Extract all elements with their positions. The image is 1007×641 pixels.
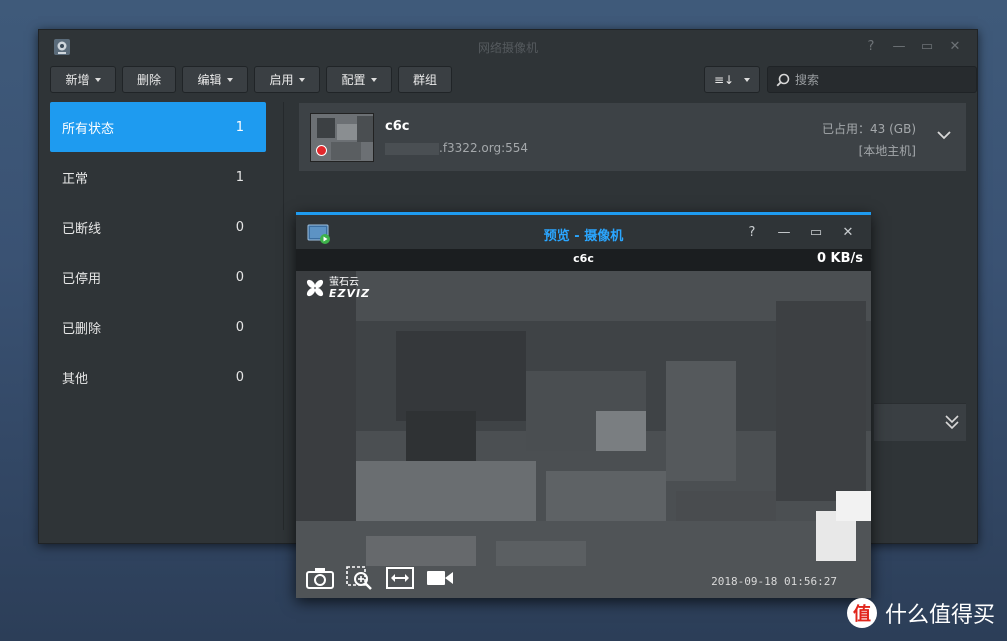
sidebar-item-disconnected[interactable]: 已断线 0 <box>50 202 266 252</box>
fit-button[interactable] <box>386 566 414 590</box>
chevron-down-icon[interactable] <box>936 127 952 143</box>
chevron-down-icon <box>298 77 305 82</box>
enable-button[interactable]: 启用 <box>254 66 320 93</box>
sidebar-item-count: 0 <box>235 369 244 385</box>
preview-titlebar: 预览 - 摄像机 ? — ▭ ✕ <box>296 215 871 249</box>
preview-statusbar: c6c 0 KB/s <box>296 249 871 271</box>
search-input[interactable] <box>795 72 965 87</box>
minimize-button[interactable]: — <box>891 38 907 54</box>
stretch-icon <box>386 567 414 589</box>
divider <box>283 102 284 530</box>
camera-list-item[interactable]: c6c .f3322.org:554 已占用：43 (GB) [本地主机] <box>299 103 966 171</box>
chevron-down-icon <box>94 77 101 82</box>
minimize-button[interactable]: — <box>775 224 793 240</box>
sidebar-item-label: 正常 <box>62 171 89 187</box>
enable-label: 启用 <box>269 73 294 87</box>
storage-usage: 已占用：43 (GB) <box>822 122 916 136</box>
watermark-text: 什么值得买 <box>884 603 995 628</box>
add-label: 新增 <box>65 73 90 87</box>
video-camera-icon <box>427 571 453 585</box>
double-chevron-down-icon[interactable] <box>944 413 960 431</box>
detail-panel <box>874 441 966 531</box>
group-button[interactable]: 群组 <box>398 66 452 93</box>
address-redacted <box>385 143 439 155</box>
sidebar-item-other[interactable]: 其他 0 <box>50 352 266 402</box>
maximize-button[interactable]: ▭ <box>807 224 825 240</box>
sidebar-item-deleted[interactable]: 已删除 0 <box>50 302 266 352</box>
sidebar-item-disabled[interactable]: 已停用 0 <box>50 252 266 302</box>
chevron-down-icon <box>226 77 233 82</box>
close-button[interactable]: ✕ <box>947 38 963 54</box>
brand-cn: 萤石云 <box>329 276 359 288</box>
sidebar-item-count: 0 <box>235 319 244 335</box>
preview-camera-name: c6c <box>573 252 594 265</box>
video-timestamp: 2018-09-18 01:56:27 <box>711 575 837 588</box>
snapshot-button[interactable] <box>306 566 334 590</box>
watermark: 值 什么值得买 <box>846 597 995 629</box>
search-icon <box>776 73 790 86</box>
edit-button[interactable]: 编辑 <box>182 66 248 93</box>
config-label: 配置 <box>341 73 366 87</box>
config-button[interactable]: 配置 <box>326 66 392 93</box>
brand-en: EZVIZ <box>329 286 371 300</box>
window-title: 网络摄像机 <box>477 41 538 55</box>
smzdm-logo-icon: 值 <box>846 598 877 628</box>
sort-icon: ≡↓ <box>713 72 735 87</box>
recording-indicator <box>316 145 327 156</box>
close-button[interactable]: ✕ <box>839 224 857 240</box>
add-button[interactable]: 新增 <box>50 66 116 93</box>
group-label: 群组 <box>412 73 437 87</box>
chevron-down-icon <box>370 77 377 82</box>
camera-icon <box>306 568 334 589</box>
delete-button[interactable]: 删除 <box>122 66 176 93</box>
chevron-down-icon <box>744 77 751 82</box>
sort-button[interactable]: ≡↓ <box>704 66 760 93</box>
sidebar-item-count: 1 <box>235 119 244 135</box>
sidebar-item-all[interactable]: 所有状态 1 <box>50 102 266 152</box>
sidebar-item-label: 已断线 <box>62 221 102 237</box>
sidebar: 所有状态 1 正常 1 已断线 0 已停用 0 已删除 0 其他 0 <box>50 102 266 402</box>
record-button[interactable] <box>426 566 454 590</box>
maximize-button[interactable]: ▭ <box>919 38 935 54</box>
titlebar: 网络摄像机 ? — ▭ ✕ <box>39 30 977 62</box>
zoom-in-icon <box>346 566 372 590</box>
delete-label: 删除 <box>136 73 161 87</box>
camera-name: c6c <box>385 119 410 134</box>
zoom-button[interactable] <box>346 566 374 590</box>
sidebar-item-count: 0 <box>235 269 244 285</box>
sidebar-item-label: 所有状态 <box>62 121 115 137</box>
video-controls <box>306 566 454 590</box>
edit-label: 编辑 <box>197 73 222 87</box>
camera-server: [本地主机] <box>858 144 916 158</box>
sidebar-item-label: 已停用 <box>62 271 102 287</box>
detail-panel-header[interactable] <box>874 403 966 441</box>
preview-window: 预览 - 摄像机 ? — ▭ ✕ c6c 0 KB/s 萤石云 EZVIZ 20… <box>296 212 871 598</box>
sidebar-item-label: 已删除 <box>62 321 102 337</box>
help-button[interactable]: ? <box>743 224 761 240</box>
search-box[interactable] <box>767 66 977 93</box>
toolbar: 新增 删除 编辑 启用 配置 群组 ≡↓ <box>50 66 977 94</box>
camera-address: .f3322.org:554 <box>439 141 529 155</box>
ezviz-mark-icon <box>306 279 324 297</box>
camera-thumbnail[interactable] <box>310 113 374 162</box>
video-feed[interactable]: 萤石云 EZVIZ 2018-09-18 01:56:27 <box>296 271 871 598</box>
sidebar-item-count: 0 <box>235 219 244 235</box>
sidebar-item-count: 1 <box>235 169 244 185</box>
ezviz-logo: 萤石云 EZVIZ <box>304 277 370 299</box>
sidebar-item-label: 其他 <box>62 371 89 387</box>
sidebar-item-normal[interactable]: 正常 1 <box>50 152 266 202</box>
bitrate: 0 KB/s <box>816 251 863 266</box>
help-button[interactable]: ? <box>863 38 879 54</box>
